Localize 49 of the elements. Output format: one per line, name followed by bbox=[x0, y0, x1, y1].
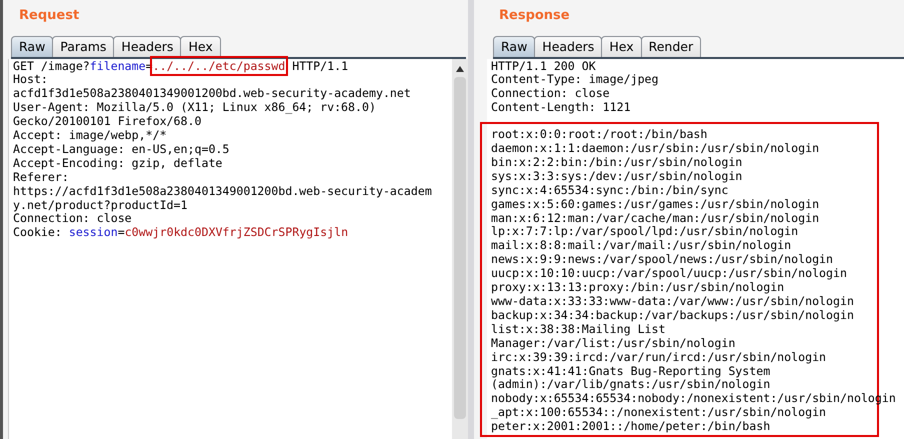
response-header: Content-Length: 1121 bbox=[491, 101, 631, 116]
panel-title: Response bbox=[499, 7, 570, 25]
tab[interactable]: Raw bbox=[11, 36, 54, 56]
response-body-line: bin:x:2:2:bin:/bin:/usr/sbin/nologin bbox=[491, 156, 742, 170]
request-line: Host: bbox=[13, 73, 48, 88]
request-line: Accept-Language: en-US,en;q=0.5 bbox=[13, 142, 230, 157]
response-header: HTTP/1.1 200 OK bbox=[491, 60, 596, 74]
request-line: Accept: image/webp,*/* bbox=[13, 129, 167, 143]
tab[interactable]: Hex bbox=[180, 36, 221, 56]
response-body-line: www-data:x:33:33:www-data:/var/www:/usr/sbin/nologin bbox=[491, 295, 854, 309]
response-body-line: lp:x:7:7:lp:/var/spool/lpd:/usr/sbin/nologin bbox=[491, 225, 798, 240]
request-line: acfd1f3d1e508a2380401349001200bd.web-security-academy.net bbox=[13, 87, 411, 102]
tab[interactable]: Headers bbox=[113, 36, 182, 56]
response-body-line: uucp:x:10:10:uucp:/var/spool/uucp:/usr/sbin/nologin bbox=[491, 267, 847, 282]
response-body-line: sync:x:4:65534:sync:/bin:/bin/sync bbox=[491, 184, 728, 198]
response-body-line: irc:x:39:39:ircd:/var/run/ircd:/usr/sbin/nologin bbox=[491, 350, 826, 365]
response-body-line: gnats:x:41:41:Gnats Bug-Reporting System bbox=[491, 364, 770, 378]
scrollbar[interactable] bbox=[452, 58, 468, 439]
request-line: y.net/product?productId=1 bbox=[13, 198, 188, 212]
response-body-line: mail:x:8:8:mail:/var/mail:/usr/sbin/nologin bbox=[491, 239, 792, 254]
response-body-line: backup:x:34:34:backup:/var/backups:/usr/sbin/nologin bbox=[491, 308, 854, 323]
response-body-line: daemon:x:1:1:daemon:/usr/sbin:/usr/sbin/nologin bbox=[491, 142, 820, 156]
request-line: Accept-Encoding: gzip, deflate bbox=[13, 156, 222, 171]
tab[interactable]: Hex bbox=[601, 36, 642, 56]
request-line: Connection: close bbox=[13, 212, 132, 226]
request-line: Referer: bbox=[13, 170, 69, 185]
tab[interactable]: Headers bbox=[534, 36, 602, 56]
request-line: User-Agent: Mozilla/5.0 (X11; Linux x86_64; rv:68.0) bbox=[13, 101, 376, 116]
response-header: Content-Type: image/jpeg bbox=[491, 73, 659, 88]
response-body-line: news:x:9:9:news:/var/spool/news:/usr/sbin/nologin bbox=[491, 253, 834, 268]
response-body-line: list:x:38:38:Mailing List bbox=[491, 322, 666, 337]
tab[interactable]: Params bbox=[52, 36, 114, 56]
response-body-line: games:x:5:60:games:/usr/games:/usr/sbin/nologin bbox=[491, 198, 820, 212]
response-header: Connection: close bbox=[491, 87, 610, 102]
request-line: Gecko/20100101 Firefox/68.0 bbox=[13, 115, 202, 130]
response-body-line: root:x:0:0:root:/root:/bin/bash bbox=[491, 128, 708, 142]
response-body-line: (admin):/var/lib/gnats:/usr/sbin/nologin bbox=[491, 378, 770, 392]
response-body-line: sys:x:3:3:sys:/dev:/usr/sbin/nologin bbox=[491, 170, 742, 184]
panel-title: Request bbox=[19, 7, 80, 25]
tab[interactable]: Raw bbox=[493, 36, 536, 56]
response-body-line: man:x:6:12:man:/var/cache/man:/usr/sbin/nologin bbox=[491, 212, 820, 226]
response-body-line: proxy:x:13:13:proxy:/bin:/usr/sbin/nologin bbox=[491, 281, 784, 295]
scroll-up-icon[interactable] bbox=[455, 64, 465, 74]
tab[interactable]: Render bbox=[640, 36, 702, 56]
request-line: https://acfd1f3d1e508a2380401349001200bd.web-security-academ bbox=[13, 184, 432, 199]
response-body-line: peter:x:2001:2001::/home/peter:/bin/bash bbox=[491, 420, 770, 434]
response-body-line: Manager:/var/list:/usr/sbin/nologin bbox=[491, 336, 736, 351]
request-line: Cookie: session=c0wwjr0kdc0DXVfrjZSDCrSPRygIsjln bbox=[13, 226, 348, 240]
response-body-line: _apt:x:100:65534::/nonexistent:/usr/sbin/nologin bbox=[491, 406, 826, 420]
